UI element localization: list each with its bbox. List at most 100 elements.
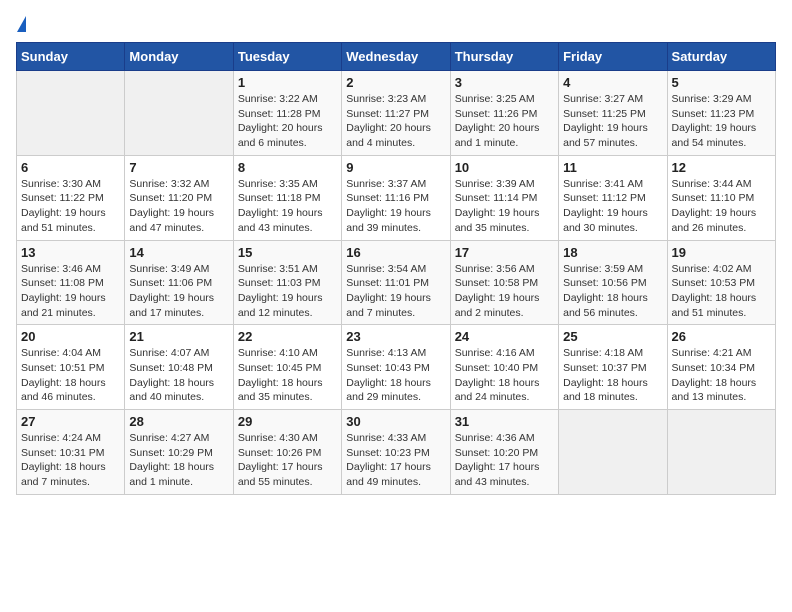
weekday-header-row: SundayMondayTuesdayWednesdayThursdayFrid… (17, 43, 776, 71)
table-cell: 9 Sunrise: 3:37 AM Sunset: 11:16 PM Dayli… (342, 155, 450, 240)
table-cell: 21 Sunrise: 4:07 AM Sunset: 10:48 PM Dayl… (125, 325, 233, 410)
day-number: 10 (455, 160, 554, 175)
day-number: 8 (238, 160, 337, 175)
day-number: 23 (346, 329, 445, 344)
day-number: 28 (129, 414, 228, 429)
week-row-2: 6Sunrise: 3:30 AM Sunset: 11:22 PM Dayli… (17, 155, 776, 240)
table-cell: 17 Sunrise: 3:56 AM Sunset: 10:58 PM Dayl… (450, 240, 558, 325)
table-cell: 28 Sunrise: 4:27 AM Sunset: 10:29 PM Dayl… (125, 410, 233, 495)
table-cell: 23 Sunrise: 4:13 AM Sunset: 10:43 PM Dayl… (342, 325, 450, 410)
table-cell: 15 Sunrise: 3:51 AM Sunset: 11:03 PM Dayl… (233, 240, 341, 325)
day-detail: Sunrise: 4:36 AM Sunset: 10:20 PM Daylig… (455, 431, 554, 490)
day-detail: Sunrise: 4:02 AM Sunset: 10:53 PM Daylig… (672, 262, 771, 321)
day-number: 14 (129, 245, 228, 260)
day-number: 24 (455, 329, 554, 344)
day-number: 26 (672, 329, 771, 344)
table-cell: 18 Sunrise: 3:59 AM Sunset: 10:56 PM Dayl… (559, 240, 667, 325)
day-detail: Sunrise: 3:59 AM Sunset: 10:56 PM Daylig… (563, 262, 662, 321)
table-cell: 5 Sunrise: 3:29 AM Sunset: 11:23 PM Dayli… (667, 71, 775, 156)
header-sunday: Sunday (17, 43, 125, 71)
table-cell: 1 Sunrise: 3:22 AM Sunset: 11:28 PM Dayli… (233, 71, 341, 156)
day-detail: Sunrise: 3:22 AM Sunset: 11:28 PM Daylig… (238, 92, 337, 151)
day-number: 9 (346, 160, 445, 175)
day-number: 2 (346, 75, 445, 90)
logo (16, 16, 26, 32)
table-cell: 19 Sunrise: 4:02 AM Sunset: 10:53 PM Dayl… (667, 240, 775, 325)
table-cell (125, 71, 233, 156)
day-detail: Sunrise: 3:51 AM Sunset: 11:03 PM Daylig… (238, 262, 337, 321)
page-header (16, 16, 776, 32)
week-row-5: 27 Sunrise: 4:24 AM Sunset: 10:31 PM Dayl… (17, 410, 776, 495)
day-detail: Sunrise: 4:24 AM Sunset: 10:31 PM Daylig… (21, 431, 120, 490)
day-detail: Sunrise: 3:41 AM Sunset: 11:12 PM Daylig… (563, 177, 662, 236)
day-detail: Sunrise: 3:44 AM Sunset: 11:10 PM Daylig… (672, 177, 771, 236)
header-tuesday: Tuesday (233, 43, 341, 71)
day-number: 21 (129, 329, 228, 344)
day-detail: Sunrise: 3:25 AM Sunset: 11:26 PM Daylig… (455, 92, 554, 151)
day-number: 4 (563, 75, 662, 90)
day-detail: Sunrise: 3:56 AM Sunset: 10:58 PM Daylig… (455, 262, 554, 321)
day-number: 6 (21, 160, 120, 175)
table-cell: 11 Sunrise: 3:41 AM Sunset: 11:12 PM Dayl… (559, 155, 667, 240)
day-number: 13 (21, 245, 120, 260)
day-detail: Sunrise: 3:39 AM Sunset: 11:14 PM Daylig… (455, 177, 554, 236)
table-cell: 24 Sunrise: 4:16 AM Sunset: 10:40 PM Dayl… (450, 325, 558, 410)
header-wednesday: Wednesday (342, 43, 450, 71)
day-detail: Sunrise: 4:07 AM Sunset: 10:48 PM Daylig… (129, 346, 228, 405)
table-cell: 31 Sunrise: 4:36 AM Sunset: 10:20 PM Dayl… (450, 410, 558, 495)
table-cell: 27 Sunrise: 4:24 AM Sunset: 10:31 PM Dayl… (17, 410, 125, 495)
day-number: 11 (563, 160, 662, 175)
day-detail: Sunrise: 3:35 AM Sunset: 11:18 PM Daylig… (238, 177, 337, 236)
table-cell: 12Sunrise: 3:44 AM Sunset: 11:10 PM Dayl… (667, 155, 775, 240)
day-detail: Sunrise: 4:27 AM Sunset: 10:29 PM Daylig… (129, 431, 228, 490)
day-detail: Sunrise: 3:37 AM Sunset: 11:16 PM Daylig… (346, 177, 445, 236)
day-number: 18 (563, 245, 662, 260)
day-detail: Sunrise: 4:16 AM Sunset: 10:40 PM Daylig… (455, 346, 554, 405)
table-cell: 2 Sunrise: 3:23 AM Sunset: 11:27 PM Dayli… (342, 71, 450, 156)
day-number: 19 (672, 245, 771, 260)
table-cell: 26 Sunrise: 4:21 AM Sunset: 10:34 PM Dayl… (667, 325, 775, 410)
table-cell: 16 Sunrise: 3:54 AM Sunset: 11:01 PM Dayl… (342, 240, 450, 325)
day-number: 29 (238, 414, 337, 429)
table-cell: 4 Sunrise: 3:27 AM Sunset: 11:25 PM Dayli… (559, 71, 667, 156)
day-detail: Sunrise: 3:49 AM Sunset: 11:06 PM Daylig… (129, 262, 228, 321)
day-detail: Sunrise: 3:23 AM Sunset: 11:27 PM Daylig… (346, 92, 445, 151)
day-detail: Sunrise: 4:04 AM Sunset: 10:51 PM Daylig… (21, 346, 120, 405)
day-detail: Sunrise: 3:32 AM Sunset: 11:20 PM Daylig… (129, 177, 228, 236)
day-number: 20 (21, 329, 120, 344)
day-detail: Sunrise: 3:27 AM Sunset: 11:25 PM Daylig… (563, 92, 662, 151)
day-detail: Sunrise: 4:21 AM Sunset: 10:34 PM Daylig… (672, 346, 771, 405)
day-number: 17 (455, 245, 554, 260)
week-row-1: 1 Sunrise: 3:22 AM Sunset: 11:28 PM Dayli… (17, 71, 776, 156)
table-cell (667, 410, 775, 495)
table-cell: 3Sunrise: 3:25 AM Sunset: 11:26 PM Dayli… (450, 71, 558, 156)
table-cell: 22Sunrise: 4:10 AM Sunset: 10:45 PM Dayl… (233, 325, 341, 410)
week-row-4: 20 Sunrise: 4:04 AM Sunset: 10:51 PM Dayl… (17, 325, 776, 410)
day-number: 16 (346, 245, 445, 260)
day-detail: Sunrise: 4:13 AM Sunset: 10:43 PM Daylig… (346, 346, 445, 405)
day-detail: Sunrise: 3:29 AM Sunset: 11:23 PM Daylig… (672, 92, 771, 151)
day-number: 5 (672, 75, 771, 90)
day-number: 25 (563, 329, 662, 344)
day-detail: Sunrise: 3:46 AM Sunset: 11:08 PM Daylig… (21, 262, 120, 321)
table-cell: 14 Sunrise: 3:49 AM Sunset: 11:06 PM Dayl… (125, 240, 233, 325)
day-detail: Sunrise: 4:30 AM Sunset: 10:26 PM Daylig… (238, 431, 337, 490)
day-number: 15 (238, 245, 337, 260)
table-cell: 30Sunrise: 4:33 AM Sunset: 10:23 PM Dayl… (342, 410, 450, 495)
day-detail: Sunrise: 3:54 AM Sunset: 11:01 PM Daylig… (346, 262, 445, 321)
table-cell: 6Sunrise: 3:30 AM Sunset: 11:22 PM Dayli… (17, 155, 125, 240)
table-cell: 7 Sunrise: 3:32 AM Sunset: 11:20 PM Dayli… (125, 155, 233, 240)
week-row-3: 13 Sunrise: 3:46 AM Sunset: 11:08 PM Dayl… (17, 240, 776, 325)
header-friday: Friday (559, 43, 667, 71)
header-saturday: Saturday (667, 43, 775, 71)
table-cell: 20 Sunrise: 4:04 AM Sunset: 10:51 PM Dayl… (17, 325, 125, 410)
calendar-table: SundayMondayTuesdayWednesdayThursdayFrid… (16, 42, 776, 495)
table-cell: 13 Sunrise: 3:46 AM Sunset: 11:08 PM Dayl… (17, 240, 125, 325)
day-number: 27 (21, 414, 120, 429)
header-monday: Monday (125, 43, 233, 71)
day-detail: Sunrise: 4:18 AM Sunset: 10:37 PM Daylig… (563, 346, 662, 405)
day-number: 7 (129, 160, 228, 175)
day-number: 1 (238, 75, 337, 90)
table-cell: 10 Sunrise: 3:39 AM Sunset: 11:14 PM Dayl… (450, 155, 558, 240)
day-number: 31 (455, 414, 554, 429)
